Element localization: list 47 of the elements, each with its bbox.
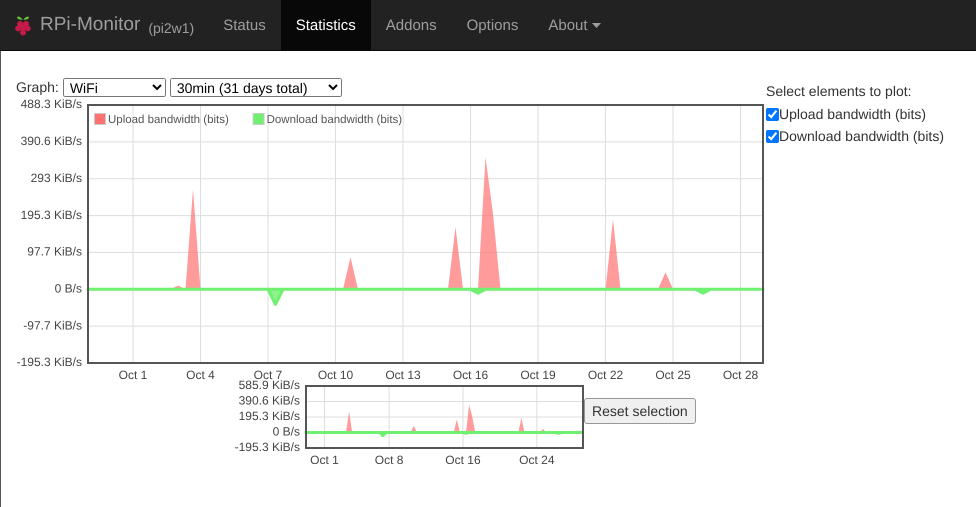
x-tick-label: Oct 16	[452, 368, 488, 382]
y-tick-label: 488.3 KiB/s	[20, 97, 82, 112]
x-tick-label: Oct 4	[186, 368, 215, 382]
x-tick-label: Oct 19	[520, 368, 556, 382]
legend-label: Download bandwidth (bits)	[266, 114, 402, 126]
nav-tab[interactable]: Status	[208, 0, 281, 50]
y-tick-label: 0 B/s	[272, 424, 300, 439]
x-tick-label: Oct 24	[519, 453, 555, 464]
legend-item: Download bandwidth (bits)	[252, 113, 402, 126]
y-tick-label: -195.3 KiB/s	[234, 440, 300, 454]
y-tick-label: 195.3 KiB/s	[238, 409, 300, 424]
series-checkbox[interactable]	[766, 130, 779, 142]
x-tick-label: Oct 1	[118, 368, 148, 382]
y-tick-label: 97.7 KiB/s	[27, 244, 82, 259]
y-tick-label: -97.7 KiB/s	[23, 318, 82, 332]
nav-tab[interactable]: Statistics	[280, 0, 371, 50]
legend-item: Upload bandwidth (bits)	[94, 113, 229, 126]
x-tick-label: Oct 28	[722, 368, 758, 382]
x-tick-label: Oct 10	[318, 368, 354, 382]
y-tick-label: 293 KiB/s	[30, 170, 82, 185]
brand-name[interactable]: RPi-Monitor	[40, 14, 140, 36]
y-tick-label: 195.3 KiB/s	[20, 208, 82, 222]
x-tick-label: Oct 13	[385, 368, 421, 382]
legend-label: Upload bandwidth (bits)	[108, 114, 229, 126]
nav-tab[interactable]: About	[533, 0, 616, 50]
period-select[interactable]: 30min (31 days total)	[170, 78, 342, 96]
series-label: Download bandwidth (bits)	[779, 128, 944, 144]
x-tick-label: Oct 8	[374, 453, 404, 464]
x-tick-label: Oct 16	[445, 453, 481, 464]
series-label: Upload bandwidth (bits)	[779, 106, 926, 122]
nav-tab[interactable]: Options	[452, 0, 534, 50]
graph-select[interactable]: WiFi	[62, 78, 166, 96]
raspberry-icon	[14, 14, 32, 36]
series-checkbox[interactable]	[766, 108, 779, 120]
x-tick-label: Oct 22	[588, 368, 624, 382]
y-tick-label: 390.6 KiB/s	[238, 394, 300, 408]
reset-selection-button[interactable]: Reset selection	[584, 398, 696, 424]
y-tick-label: -195.3 KiB/s	[16, 355, 82, 370]
select-elements-title: Select elements to plot:	[766, 83, 913, 99]
x-tick-label: Oct 25	[655, 368, 691, 382]
nav-tab[interactable]: Addons	[370, 0, 452, 50]
y-tick-label: 0 B/s	[54, 281, 82, 296]
host-name: (pi2w1)	[148, 20, 194, 36]
x-tick-label: Oct 1	[310, 453, 339, 464]
graph-label: Graph:	[16, 79, 59, 95]
y-tick-label: 390.6 KiB/s	[20, 134, 82, 148]
y-tick-label: 585.9 KiB/s	[238, 380, 300, 392]
